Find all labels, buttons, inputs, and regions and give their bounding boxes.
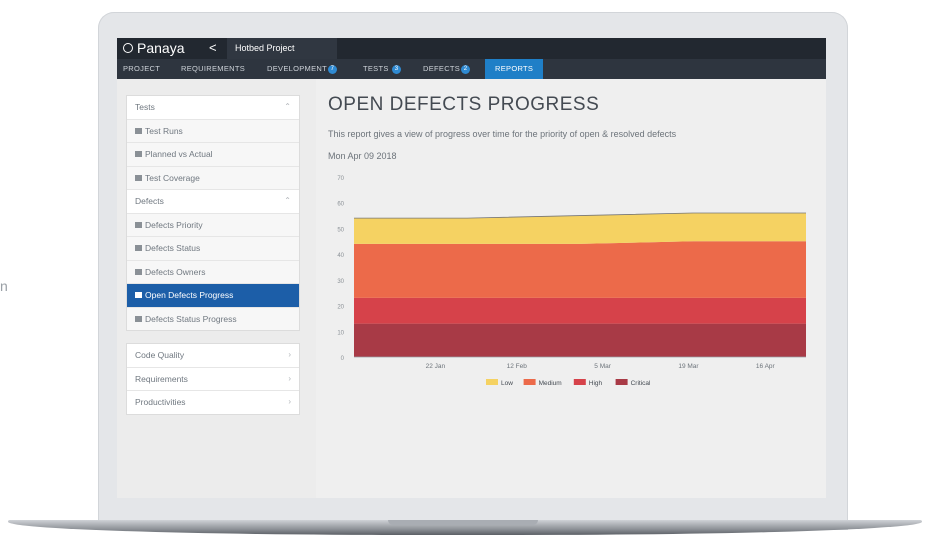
- side-text: n: [0, 278, 8, 294]
- nav-development-label: DEVELOPMENT: [267, 64, 327, 73]
- defects-header-label: Defects: [135, 196, 164, 206]
- area-series-high: [354, 297, 806, 324]
- page-title: OPEN DEFECTS PROGRESS: [328, 94, 600, 115]
- sidebar-item-requirements[interactable]: Requirements ›: [127, 368, 299, 391]
- main-nav: PROJECT REQUIREMENTS DEVELOPMENT 7 TESTS …: [117, 59, 826, 79]
- nav-defects[interactable]: DEFECTS 2: [423, 59, 471, 79]
- sidebar-item-label: Defects Priority: [145, 219, 203, 230]
- sidebar-item-label: Requirements: [135, 373, 188, 384]
- sidebar-item-defects-owners[interactable]: Defects Owners: [127, 260, 299, 284]
- x-tick-label: 16 Apr: [756, 363, 776, 370]
- y-tick-label: 0: [341, 356, 345, 362]
- other-reports-group: Code Quality › Requirements › Productiviti…: [126, 343, 300, 415]
- y-tick-label: 10: [337, 330, 344, 336]
- y-tick-label: 60: [337, 202, 344, 208]
- defects-priority-icon: [135, 221, 142, 228]
- sidebar-item-test-runs[interactable]: Test Runs: [127, 119, 299, 143]
- logo-text: Panaya: [137, 40, 185, 56]
- x-tick-label: 12 Feb: [507, 363, 528, 370]
- nav-development[interactable]: DEVELOPMENT 7: [267, 59, 337, 79]
- y-tick-label: 40: [337, 253, 344, 259]
- project-tab[interactable]: Hotbed Project: [227, 38, 337, 59]
- nav-tests-label: TESTS: [363, 64, 389, 73]
- nav-reports[interactable]: REPORTS: [485, 59, 544, 79]
- sidebar-item-label: Planned vs Actual: [145, 149, 213, 159]
- legend-label-critical: Critical: [631, 380, 651, 387]
- open-defects-progress-icon: [135, 292, 142, 298]
- tests-header[interactable]: Tests ⌃: [127, 96, 299, 120]
- legend-label-high: High: [589, 380, 603, 387]
- tests-header-label: Tests: [135, 102, 155, 112]
- legend-swatch-medium: [523, 379, 536, 385]
- x-tick-label: 19 Mar: [678, 363, 699, 370]
- tests-group: Tests ⌃ Test Runs Planned vs Actual Test …: [126, 95, 300, 331]
- sidebar-item-code-quality[interactable]: Code Quality ›: [127, 344, 299, 368]
- back-button[interactable]: <: [209, 40, 217, 55]
- defects-status-progress-icon: [135, 315, 142, 322]
- x-tick-label: 5 Mar: [594, 363, 611, 370]
- defects-header[interactable]: Defects ⌃: [127, 190, 299, 214]
- area-series-critical: [354, 323, 806, 357]
- sidebar-item-test-coverage[interactable]: Test Coverage: [127, 166, 299, 190]
- nav-defects-label: DEFECTS: [423, 64, 461, 73]
- report-panel: OPEN DEFECTS PROGRESS This report gives …: [316, 79, 826, 498]
- y-tick-label: 30: [337, 279, 344, 285]
- top-bar: Panaya < Hotbed Project: [117, 38, 826, 59]
- laptop-notch: [388, 520, 538, 525]
- defects-badge: 2: [461, 65, 471, 74]
- defects-owners-icon: [135, 268, 142, 275]
- legend-swatch-high: [573, 379, 586, 385]
- nav-requirements[interactable]: REQUIREMENTS: [181, 59, 245, 79]
- sidebar-item-open-defects-progress[interactable]: Open Defects Progress: [127, 284, 299, 308]
- defects-status-icon: [135, 245, 142, 251]
- sidebar-item-label: Test Coverage: [145, 172, 200, 183]
- nav-tests[interactable]: TESTS 3: [363, 59, 402, 79]
- planned-vs-actual-icon: [135, 151, 142, 157]
- sidebar-item-label: Test Runs: [145, 125, 183, 136]
- sidebar-item-label: Code Quality: [135, 350, 185, 360]
- development-badge: 7: [327, 65, 337, 74]
- chevron-right-icon: ›: [288, 373, 291, 383]
- logo-icon: [123, 43, 133, 53]
- area-series-medium: [354, 241, 806, 298]
- chevron-right-icon: ›: [288, 350, 291, 359]
- sidebar-item-defects-priority[interactable]: Defects Priority: [127, 213, 299, 237]
- tests-badge: 3: [392, 65, 402, 74]
- legend-swatch-critical: [615, 379, 628, 385]
- nav-project[interactable]: PROJECT: [123, 59, 160, 79]
- report-description: This report gives a view of progress ove…: [328, 129, 677, 139]
- sidebar-item-label: Productivities: [135, 397, 186, 407]
- test-runs-icon: [135, 127, 142, 134]
- chevron-up-icon: ⌃: [284, 102, 291, 111]
- x-tick-label: 22 Jan: [426, 363, 446, 370]
- sidebar: Tests ⌃ Test Runs Planned vs Actual Test …: [126, 95, 300, 415]
- area-series-low: [354, 213, 806, 244]
- report-date: Mon Apr 09 2018: [328, 151, 397, 161]
- sidebar-item-planned-vs-actual[interactable]: Planned vs Actual: [127, 143, 299, 167]
- sidebar-item-label: Open Defects Progress: [145, 290, 234, 300]
- legend-label-low: Low: [501, 380, 513, 387]
- open-defects-chart: 0 10 20 30 40 50 60 70 22 Jan 12 Feb 5 Mar 19 Mar 16…: [337, 176, 806, 387]
- sidebar-item-label: Defects Owners: [145, 266, 206, 277]
- chevron-right-icon: ›: [288, 397, 291, 406]
- sidebar-item-productivities[interactable]: Productivities ›: [127, 391, 299, 414]
- chevron-up-icon: ⌃: [284, 196, 291, 205]
- sidebar-item-defects-status[interactable]: Defects Status: [127, 237, 299, 261]
- sidebar-item-defects-status-progress[interactable]: Defects Status Progress: [127, 307, 299, 330]
- legend-swatch-low: [486, 379, 498, 385]
- sidebar-item-label: Defects Status Progress: [145, 313, 237, 324]
- legend-label-medium: Medium: [539, 380, 562, 387]
- y-tick-label: 70: [337, 176, 344, 182]
- logo[interactable]: Panaya: [123, 40, 184, 56]
- app-screen: Panaya < Hotbed Project PROJECT REQUIREM…: [117, 38, 826, 498]
- test-coverage-icon: [135, 174, 142, 181]
- sidebar-item-label: Defects Status: [145, 243, 201, 253]
- y-tick-label: 50: [337, 227, 344, 233]
- y-tick-label: 20: [337, 305, 344, 311]
